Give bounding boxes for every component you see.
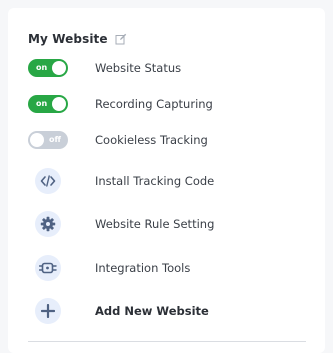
website-title: My Website — [28, 32, 108, 46]
cookieless-tracking-row: off Cookieless Tracking — [28, 125, 308, 155]
integration-tools-item[interactable]: Integration Tools — [28, 253, 308, 283]
website-status-label: Website Status — [95, 61, 182, 75]
code-icon — [35, 168, 61, 194]
recording-capturing-row: on Recording Capturing — [28, 89, 308, 119]
website-rule-setting-item[interactable]: Website Rule Setting — [28, 209, 308, 239]
edit-icon-graphic — [115, 33, 126, 45]
divider — [28, 341, 306, 342]
integration-icon — [35, 255, 61, 281]
toggle-knob — [52, 97, 66, 111]
website-status-row: on Website Status — [28, 53, 308, 83]
website-status-toggle[interactable]: on — [28, 59, 68, 77]
recording-capturing-label: Recording Capturing — [95, 97, 213, 111]
toggle-knob — [52, 61, 66, 75]
plus-icon — [35, 298, 61, 324]
cookieless-tracking-toggle[interactable]: off — [28, 131, 68, 149]
recording-capturing-toggle[interactable]: on — [28, 95, 68, 113]
toggle-knob — [30, 133, 44, 147]
website-header: My Website — [28, 29, 128, 49]
install-tracking-code-item[interactable]: Install Tracking Code — [28, 166, 308, 196]
cookieless-tracking-label: Cookieless Tracking — [95, 133, 208, 147]
edit-icon[interactable] — [114, 32, 128, 46]
toggle-state-label: off — [49, 135, 61, 144]
website-rule-setting-label: Website Rule Setting — [95, 217, 215, 231]
toggle-state-label: on — [36, 99, 48, 108]
add-new-website-label: Add New Website — [95, 304, 209, 318]
install-tracking-code-label: Install Tracking Code — [95, 174, 215, 188]
toggle-state-label: on — [36, 63, 48, 72]
gear-icon — [35, 211, 61, 237]
add-new-website-item[interactable]: Add New Website — [28, 296, 308, 326]
integration-tools-label: Integration Tools — [95, 261, 191, 275]
website-settings-panel: My Website on Website Status on Recordin… — [8, 8, 325, 353]
